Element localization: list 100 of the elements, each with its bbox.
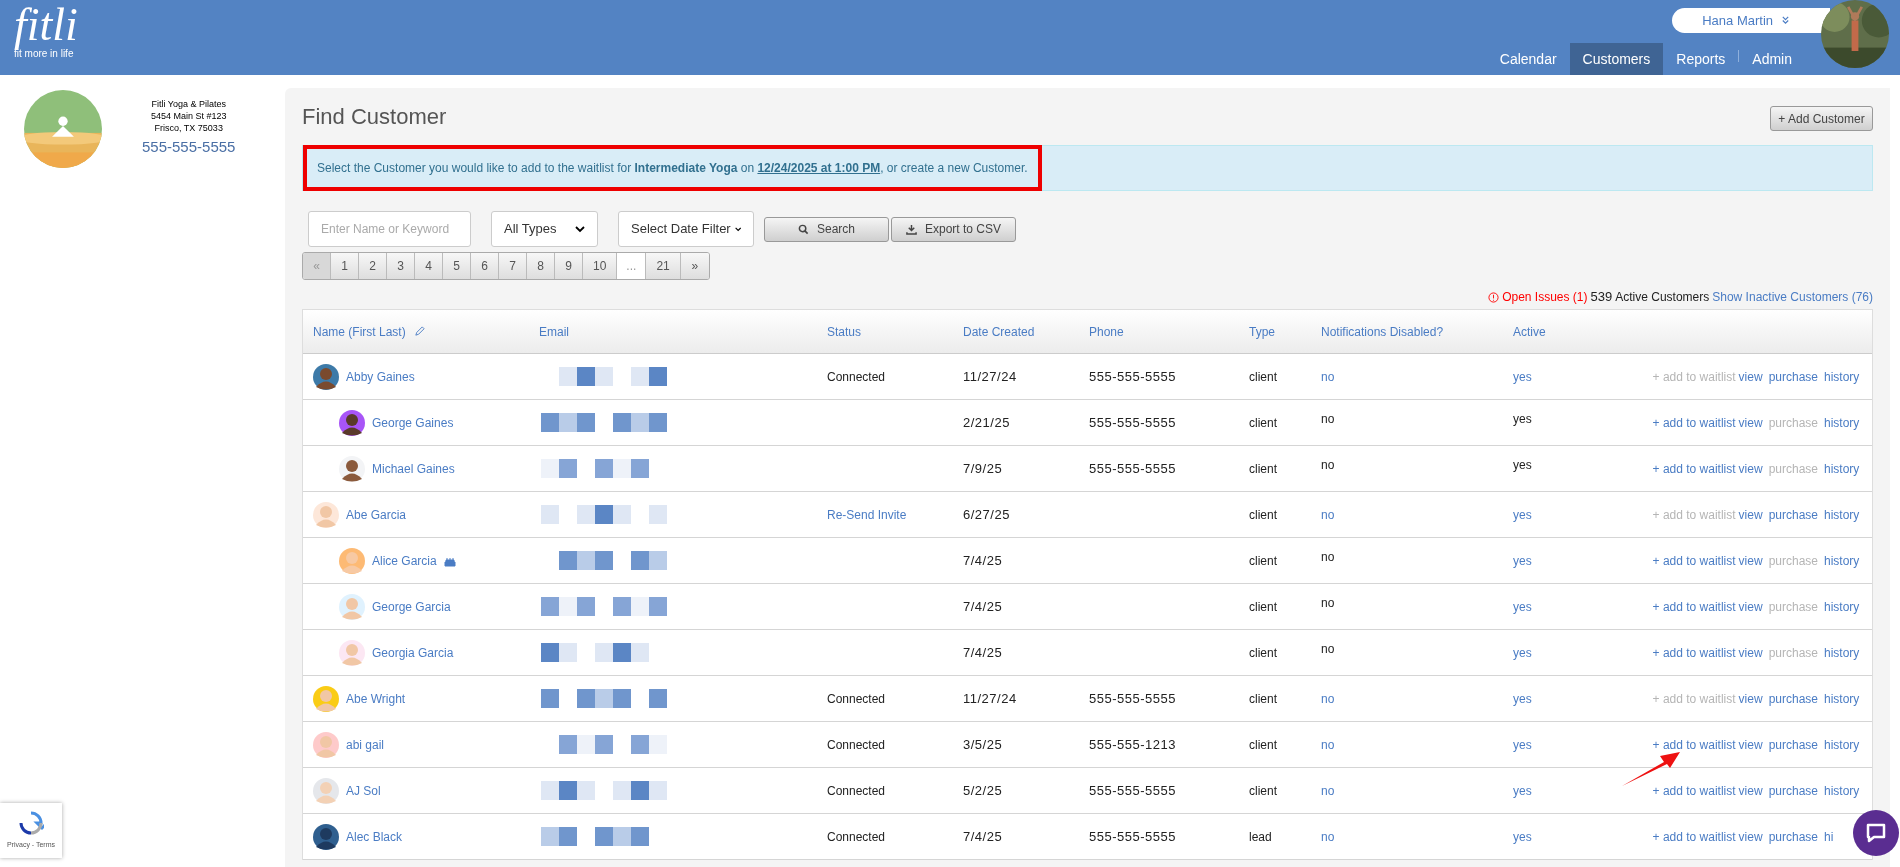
row-action-link[interactable]: view [1738, 461, 1763, 476]
row-action-link[interactable]: history [1824, 507, 1860, 522]
customer-name[interactable]: abi gail [346, 735, 385, 754]
row-action-link[interactable]: view [1738, 507, 1763, 522]
row-action-link[interactable]: purchase [1768, 507, 1818, 522]
user-menu[interactable]: Hana Martin [1672, 8, 1830, 33]
date-created: 7/4/25 [963, 552, 1003, 568]
add-customer-button[interactable]: + Add Customer [1770, 106, 1873, 131]
page-button[interactable]: 2 [359, 253, 387, 279]
row-action-link[interactable]: + add to waitlist [1652, 783, 1736, 798]
row-action-link[interactable]: + add to waitlist [1652, 415, 1736, 430]
row-action-link[interactable]: view [1738, 737, 1763, 752]
page-button[interactable]: 7 [499, 253, 527, 279]
row-action-link[interactable]: purchase [1768, 691, 1818, 706]
notifications-value[interactable]: no [1321, 369, 1335, 384]
active-value[interactable]: yes [1513, 691, 1532, 706]
customer-name[interactable]: Abby Gaines [346, 367, 415, 386]
nav-tab[interactable]: Customers [1569, 43, 1664, 75]
row-action-link[interactable]: history [1824, 553, 1860, 568]
column-header[interactable]: Phone [1089, 322, 1124, 341]
logo[interactable]: fitli [14, 2, 78, 48]
row-action-link[interactable]: + add to waitlist [1652, 553, 1736, 568]
customer-name[interactable]: Abe Wright [346, 689, 406, 708]
active-value[interactable]: yes [1513, 369, 1532, 384]
row-action-link[interactable]: + add to waitlist [1652, 737, 1736, 752]
avatar [339, 593, 365, 620]
row-action-link[interactable]: history [1824, 599, 1860, 614]
page-button[interactable]: 9 [555, 253, 583, 279]
active-value[interactable]: yes [1513, 507, 1532, 522]
customer-name[interactable]: Georgia Garcia [372, 643, 454, 662]
page-button[interactable]: 3 [387, 253, 415, 279]
page-button[interactable]: 1 [331, 253, 359, 279]
nav-tab[interactable]: Reports [1663, 43, 1739, 75]
customer-name[interactable]: Michael Gaines [372, 459, 455, 478]
row-action-link[interactable]: view [1738, 829, 1763, 844]
customer-name[interactable]: AJ Sol [346, 781, 381, 800]
row-action-link[interactable]: history [1824, 461, 1860, 476]
export-csv-button[interactable]: Export to CSV [891, 216, 1016, 242]
row-action-link[interactable]: history [1824, 783, 1860, 798]
column-header[interactable]: Date Created [963, 322, 1035, 341]
notifications-value[interactable]: no [1321, 691, 1335, 706]
page-button[interactable]: 5 [443, 253, 471, 279]
pencil-icon[interactable] [413, 326, 425, 337]
row-action-link[interactable]: purchase [1768, 369, 1818, 384]
row-action-link[interactable]: view [1738, 415, 1763, 430]
customer-name[interactable]: George Gaines [372, 413, 454, 432]
resend-invite-link[interactable]: Re-Send Invite [827, 507, 907, 522]
row-action-link[interactable]: purchase [1768, 829, 1818, 844]
search-button[interactable]: Search [764, 216, 889, 242]
page-button[interactable]: 6 [471, 253, 499, 279]
row-action-link[interactable]: view [1738, 553, 1763, 568]
active-value[interactable]: yes [1513, 599, 1532, 614]
column-header[interactable]: Status [827, 322, 862, 341]
row-action-link[interactable]: + add to waitlist [1652, 829, 1736, 844]
row-action-link[interactable]: view [1738, 369, 1763, 384]
page-button[interactable]: ... [617, 253, 647, 279]
row-action-link[interactable]: history [1824, 737, 1860, 752]
nav-tab[interactable]: Calendar [1486, 43, 1570, 75]
customer-name[interactable]: George Garcia [372, 597, 451, 616]
notifications-value[interactable]: no [1321, 783, 1335, 798]
row-action-link[interactable]: hi [1824, 829, 1834, 844]
row-action-link[interactable]: view [1738, 645, 1763, 660]
notifications-value[interactable]: no [1321, 829, 1335, 844]
column-header[interactable]: Type [1249, 322, 1275, 341]
nav-tab[interactable]: Admin [1739, 43, 1805, 75]
row-action-link[interactable]: purchase [1768, 737, 1818, 752]
column-header[interactable]: Notifications Disabled? [1321, 322, 1444, 341]
page-button[interactable]: 4 [415, 253, 443, 279]
page-button[interactable]: 8 [527, 253, 555, 279]
row-action-link[interactable]: + add to waitlist [1652, 645, 1736, 660]
column-header[interactable]: Name (First Last) [313, 322, 406, 341]
open-issues-link[interactable]: Open Issues (1) [1502, 288, 1588, 306]
page-button[interactable]: 21 [646, 253, 681, 279]
column-header[interactable]: Active [1513, 322, 1546, 341]
page-button[interactable]: 10 [583, 253, 618, 279]
active-value[interactable]: yes [1513, 737, 1532, 752]
row-action-link[interactable]: view [1738, 691, 1763, 706]
column-header[interactable]: Email [539, 322, 569, 341]
active-value[interactable]: yes [1513, 783, 1532, 798]
row-action-link[interactable]: purchase [1768, 783, 1818, 798]
row-action-link[interactable]: history [1824, 645, 1860, 660]
notifications-value[interactable]: no [1321, 507, 1335, 522]
customer-name[interactable]: Abe Garcia [346, 505, 407, 524]
active-value[interactable]: yes [1513, 645, 1532, 660]
customer-name[interactable]: Alice Garcia [372, 551, 437, 570]
search-field[interactable]: Enter Name or Keyword [308, 211, 471, 247]
active-value[interactable]: yes [1513, 829, 1532, 844]
notifications-value[interactable]: no [1321, 737, 1335, 752]
row-action-link[interactable]: history [1824, 415, 1860, 430]
row-action-link[interactable]: + add to waitlist [1652, 461, 1736, 476]
customer-name[interactable]: Alec Black [346, 827, 403, 846]
active-value[interactable]: yes [1513, 553, 1532, 568]
date-filter-select[interactable]: Select Date Filter [618, 211, 754, 247]
row-action-link[interactable]: view [1738, 599, 1763, 614]
row-action-link[interactable]: view [1738, 783, 1763, 798]
row-action-link[interactable]: history [1824, 369, 1860, 384]
row-action-link[interactable]: + add to waitlist [1652, 599, 1736, 614]
type-select[interactable]: All Types [491, 211, 598, 247]
row-action-link[interactable]: history [1824, 691, 1860, 706]
page-button[interactable]: » [680, 253, 709, 279]
